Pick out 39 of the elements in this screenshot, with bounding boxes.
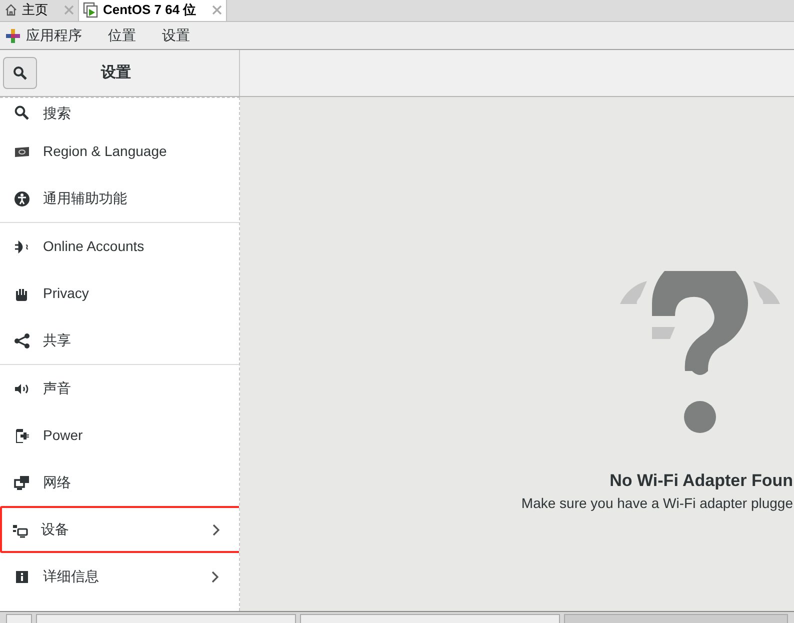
- sidebar-item[interactable]: Power: [0, 412, 239, 459]
- sidebar-item[interactable]: Region & Language: [0, 128, 239, 175]
- network-icon: [14, 474, 30, 490]
- search-icon: [14, 105, 30, 121]
- taskbar-button[interactable]: [564, 614, 788, 623]
- home-icon: [4, 3, 18, 17]
- chevron-icon: [212, 524, 220, 536]
- sidebar-item[interactable]: 详细信息: [0, 553, 239, 600]
- battery-plug-icon: [14, 428, 30, 444]
- sidebar-item[interactable]: 设备: [0, 506, 239, 553]
- apps-icon: [6, 28, 20, 42]
- empty-state-title: No Wi-Fi Adapter Foun: [610, 470, 793, 492]
- menu-item[interactable]: 位置: [108, 25, 136, 46]
- close-icon[interactable]: [64, 5, 74, 15]
- taskbar-button[interactable]: [300, 614, 560, 623]
- taskbar-button[interactable]: [36, 614, 296, 623]
- search-button[interactable]: [3, 57, 37, 89]
- vm-icon: [83, 2, 99, 18]
- sidebar-item[interactable]: 搜索: [0, 98, 239, 128]
- close-icon[interactable]: [212, 5, 222, 15]
- header-title: 设置: [101, 62, 131, 83]
- search-icon: [13, 66, 27, 80]
- sidebar-item[interactable]: Privacy: [0, 270, 239, 317]
- menu-item[interactable]: 应用程序: [26, 25, 82, 46]
- question-mark-icon: [620, 271, 780, 436]
- menu-item[interactable]: 设置: [162, 25, 190, 46]
- taskbar-button[interactable]: [6, 614, 32, 623]
- sidebar-item[interactable]: 网络: [0, 459, 239, 506]
- accessibility-icon: [14, 190, 30, 206]
- accounts-icon: [14, 238, 30, 254]
- tab[interactable]: CentOS 7 64 位: [79, 0, 228, 21]
- info-icon: [14, 568, 30, 584]
- share-icon: [14, 332, 30, 348]
- empty-state-message: Make sure you have a Wi-Fi adapter plugge: [521, 494, 793, 513]
- sidebar-item[interactable]: 通用辅助功能: [0, 175, 239, 222]
- chevron-icon: [211, 570, 219, 582]
- sidebar-item[interactable]: 声音: [0, 365, 239, 412]
- sidebar-item[interactable]: 共享: [0, 317, 239, 364]
- sidebar-item[interactable]: Online Accounts: [0, 223, 239, 270]
